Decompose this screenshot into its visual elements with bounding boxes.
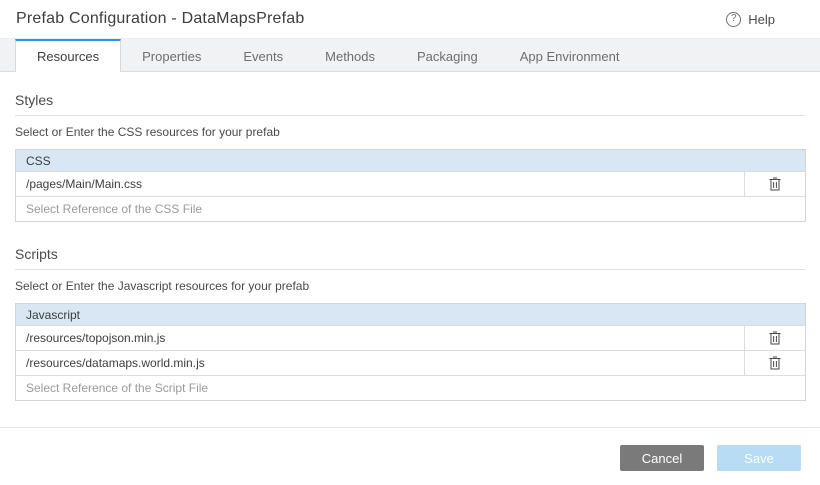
table-row: /resources/datamaps.world.min.js: [16, 351, 806, 376]
dialog-footer: Cancel Save: [620, 445, 801, 471]
css-table-header: CSS: [16, 150, 745, 172]
tab-methods[interactable]: Methods: [304, 39, 396, 71]
page-title: Prefab Configuration - DataMapsPrefab: [16, 10, 304, 28]
dialog-header: Prefab Configuration - DataMapsPrefab ? …: [0, 0, 820, 39]
trash-icon: [768, 355, 782, 371]
tab-properties[interactable]: Properties: [121, 39, 222, 71]
styles-section: Styles Select or Enter the CSS resources…: [15, 92, 805, 222]
styles-section-title: Styles: [15, 92, 805, 116]
script-resource-path: /resources/datamaps.world.min.js: [16, 351, 745, 376]
css-resource-path: /pages/Main/Main.css: [16, 172, 745, 197]
cancel-button[interactable]: Cancel: [620, 445, 704, 471]
styles-section-description: Select or Enter the CSS resources for yo…: [15, 125, 805, 139]
css-table-header-row: CSS: [16, 150, 806, 172]
css-reference-placeholder: Select Reference of the CSS File: [16, 197, 806, 222]
tab-resources[interactable]: Resources: [15, 39, 121, 72]
footer-divider: [0, 427, 820, 428]
css-resource-actions: [745, 172, 806, 197]
tab-events[interactable]: Events: [222, 39, 304, 71]
tab-bar: Resources Properties Events Methods Pack…: [0, 39, 820, 72]
css-resources-table: CSS /pages/Main/Main.css: [15, 149, 806, 222]
script-table-action-header: [745, 304, 806, 326]
script-reference-placeholder: Select Reference of the Script File: [16, 376, 806, 401]
scripts-section: Scripts Select or Enter the Javascript r…: [15, 246, 805, 401]
trash-icon: [768, 330, 782, 346]
script-table-header-row: Javascript: [16, 304, 806, 326]
help-link[interactable]: ? Help: [726, 12, 775, 27]
tab-app-environment[interactable]: App Environment: [499, 39, 641, 71]
trash-icon: [768, 176, 782, 192]
delete-css-resource-button[interactable]: [764, 174, 786, 194]
save-button[interactable]: Save: [717, 445, 801, 471]
table-row: /pages/Main/Main.css: [16, 172, 806, 197]
delete-script-resource-button[interactable]: [764, 353, 786, 373]
script-resource-path: /resources/topojson.min.js: [16, 326, 745, 351]
script-resource-actions: [745, 326, 806, 351]
scripts-section-title: Scripts: [15, 246, 805, 270]
scripts-section-description: Select or Enter the Javascript resources…: [15, 279, 805, 293]
script-resources-table: Javascript /resources/topojson.min.js: [15, 303, 806, 401]
resources-tab-content: Styles Select or Enter the CSS resources…: [0, 72, 820, 401]
css-reference-select-row[interactable]: Select Reference of the CSS File: [16, 197, 806, 222]
script-table-header: Javascript: [16, 304, 745, 326]
prefab-configuration-dialog: Prefab Configuration - DataMapsPrefab ? …: [0, 0, 820, 485]
delete-script-resource-button[interactable]: [764, 328, 786, 348]
help-label: Help: [748, 12, 775, 27]
help-icon: ?: [726, 12, 741, 27]
script-resource-actions: [745, 351, 806, 376]
table-row: /resources/topojson.min.js: [16, 326, 806, 351]
tab-packaging[interactable]: Packaging: [396, 39, 499, 71]
css-table-action-header: [745, 150, 806, 172]
script-reference-select-row[interactable]: Select Reference of the Script File: [16, 376, 806, 401]
